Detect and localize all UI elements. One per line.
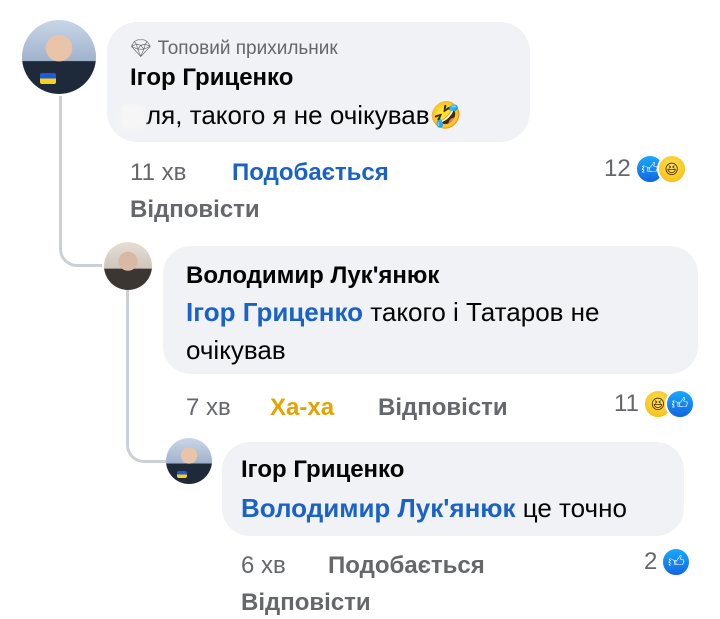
- comment-author[interactable]: Володимир Лук'янюк: [186, 262, 439, 290]
- comment-time[interactable]: 6 хв: [241, 552, 286, 580]
- avatar[interactable]: [22, 20, 96, 94]
- avatar[interactable]: [166, 438, 212, 484]
- comment-text: Ігор Гриценко такого і Татаров не очікув…: [186, 297, 600, 365]
- reaction-summary[interactable]: 11 😆︎ 👍︎: [614, 389, 695, 419]
- ukraine-flag-icon: [39, 73, 57, 84]
- avatar[interactable]: [104, 242, 152, 290]
- like-button[interactable]: Подобається: [232, 159, 389, 187]
- like-icon: 👍︎: [664, 389, 695, 419]
- comment-time[interactable]: 7 хв: [186, 394, 231, 422]
- reply-button[interactable]: Відповісти: [378, 394, 508, 422]
- reaction-summary[interactable]: 12 👍︎ 😆︎: [604, 154, 687, 184]
- diamond-icon: 💎︎: [130, 39, 152, 58]
- haha-icon: 😆︎: [656, 154, 687, 184]
- like-button[interactable]: Подобається: [328, 552, 485, 580]
- blurred-text: [120, 105, 146, 130]
- reply-button[interactable]: Відповісти: [241, 589, 371, 617]
- reaction-summary[interactable]: 2 👍︎: [644, 547, 692, 577]
- thread-line-2: [126, 290, 167, 463]
- reply-button[interactable]: Відповісти: [130, 196, 260, 224]
- top-fan-badge[interactable]: 💎︎ Топовий прихильник: [130, 38, 338, 60]
- comment-text: Володимир Лук'янюк це точно: [241, 493, 627, 523]
- comment-time[interactable]: 11 хв: [130, 159, 186, 187]
- comment-text: ля, такого я не очікував🤣: [120, 96, 462, 134]
- mention-link[interactable]: Володимир Лук'янюк: [241, 493, 516, 523]
- comment-author[interactable]: Ігор Гриценко: [241, 456, 404, 484]
- comment-author[interactable]: Ігор Гриценко: [130, 64, 293, 92]
- thread-line-1: [59, 96, 102, 267]
- mention-link[interactable]: Ігор Гриценко: [186, 297, 363, 327]
- like-icon: 👍︎: [661, 547, 692, 577]
- laughing-emoji-icon: 🤣: [429, 100, 462, 130]
- ukraine-flag-icon: [177, 471, 188, 478]
- haha-reaction-button[interactable]: Ха-ха: [270, 394, 334, 422]
